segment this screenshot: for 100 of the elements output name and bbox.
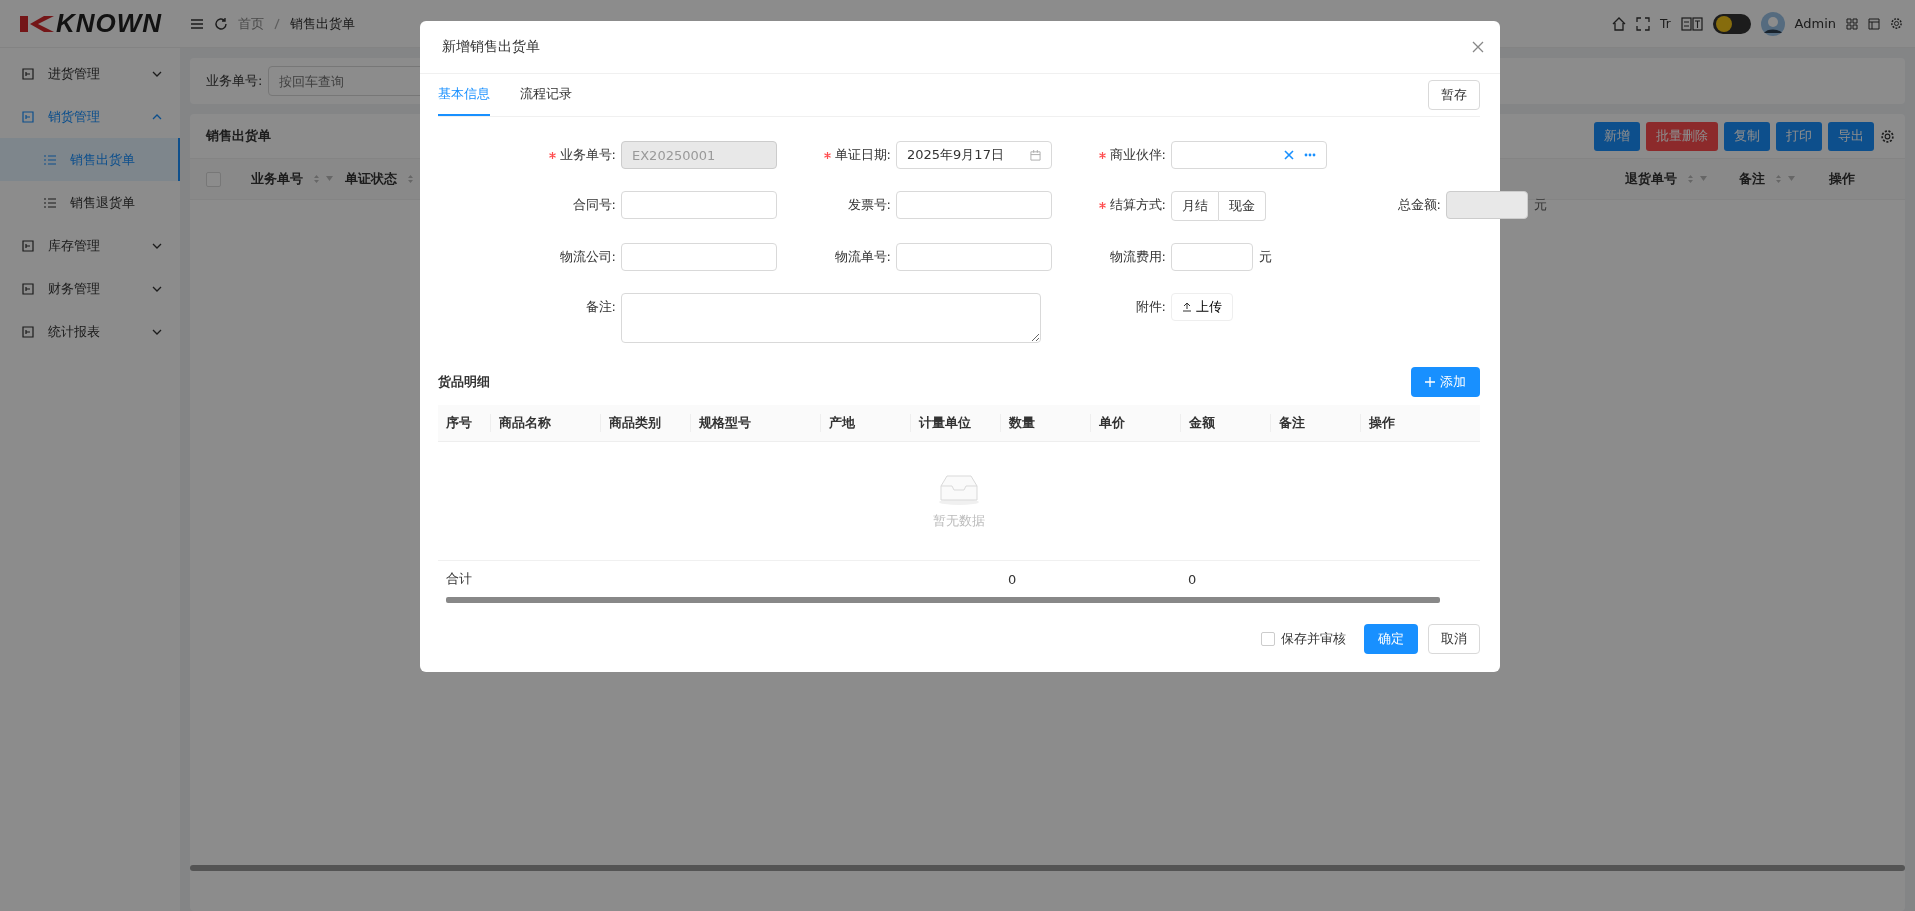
tab[interactable]: 流程记录	[520, 74, 572, 116]
calendar-icon[interactable]	[1030, 149, 1041, 161]
table-cell-text: 0	[1187, 571, 1198, 587]
amount-field[interactable]	[1171, 243, 1253, 271]
draft-button[interactable]: 暂存	[1428, 80, 1480, 110]
toolbar-button[interactable]: 批量删除	[1646, 121, 1718, 151]
toolbar-button[interactable]: 打印	[1776, 121, 1822, 151]
clear-icon[interactable]	[1284, 150, 1294, 160]
toolbar-button[interactable]: 新增	[1594, 121, 1640, 151]
refresh-icon[interactable]	[214, 16, 228, 31]
checkbox[interactable]: 保存并审核	[1261, 630, 1346, 648]
text-field[interactable]	[621, 191, 777, 219]
menu-item[interactable]: 财务管理	[0, 267, 180, 310]
upload-button[interactable]: 上传	[1171, 293, 1233, 321]
column-header[interactable]: 退货单号	[1625, 170, 1709, 188]
partner-field[interactable]	[1171, 141, 1327, 169]
field-label: 商业伙伴:	[1109, 146, 1166, 164]
module-icon	[22, 239, 34, 252]
list-icon	[44, 197, 56, 208]
empty-box-icon	[937, 472, 981, 506]
column-header: 单价	[1090, 414, 1180, 432]
text-field[interactable]	[621, 243, 777, 271]
chevron-icon	[152, 328, 162, 335]
remark-field[interactable]	[621, 293, 1041, 343]
column-header[interactable]: 备注	[1739, 170, 1799, 188]
dialog-title: 新增销售出货单	[442, 38, 540, 56]
column-header[interactable]: 单证状态	[345, 170, 429, 188]
menu-icon[interactable]	[190, 16, 204, 31]
field-label: 附件:	[1135, 298, 1166, 316]
panel-title: 销售出货单	[206, 127, 271, 145]
home-icon[interactable]	[1612, 16, 1627, 31]
field-label: 物流单号:	[834, 248, 891, 266]
confirm-button[interactable]: 确定	[1364, 624, 1418, 654]
option-button[interactable]: 现金	[1219, 191, 1266, 221]
column-header: 数量	[1000, 414, 1090, 432]
language-icon[interactable]	[1680, 16, 1703, 31]
slash-icon	[274, 17, 280, 30]
field-label: 物流公司:	[559, 248, 616, 266]
column-header: 金额	[1180, 414, 1270, 432]
menu-item[interactable]: 销货管理	[0, 95, 180, 138]
list-icon	[44, 154, 56, 165]
module-icon	[22, 67, 34, 80]
upload-icon	[1182, 302, 1192, 312]
logo-icon	[20, 13, 54, 34]
section-title: 货品明细	[438, 373, 490, 391]
text-field[interactable]	[896, 243, 1052, 271]
date-field[interactable]: 2025年9月17日	[896, 141, 1052, 169]
text-field[interactable]	[896, 191, 1052, 219]
option-button[interactable]: 月结	[1171, 191, 1219, 221]
settings-icon[interactable]	[1890, 17, 1903, 30]
table-cell-text: 0	[1007, 571, 1018, 587]
more-icon[interactable]	[1304, 153, 1316, 157]
column-header: 规格型号	[690, 414, 820, 432]
grid-icon[interactable]	[1846, 17, 1858, 30]
column-header: 计量单位	[910, 414, 1000, 432]
chevron-icon	[152, 242, 162, 249]
required-icon	[1098, 151, 1106, 159]
toolbar-button[interactable]: 复制	[1724, 121, 1770, 151]
field-label: 备注:	[585, 298, 616, 316]
breadcrumb-link[interactable]: 销售出货单	[290, 14, 355, 33]
field-label: 总金额:	[1397, 196, 1441, 214]
scrollbar[interactable]	[446, 597, 1440, 603]
field-label: 结算方式:	[1109, 196, 1166, 214]
column-header: 产地	[820, 414, 910, 432]
column-header[interactable]: 操作	[1829, 170, 1889, 188]
field-label: 发票号:	[847, 196, 891, 214]
submenu-item[interactable]: 销售退货单	[0, 181, 180, 224]
settings-icon[interactable]	[1880, 128, 1895, 144]
scrollbar[interactable]	[190, 865, 1905, 871]
column-header: 商品名称	[490, 414, 600, 432]
field-label: 物流费用:	[1109, 248, 1166, 266]
field-label: 业务单号:	[559, 146, 616, 164]
chevron-icon	[152, 113, 162, 120]
menu-item[interactable]: 进货管理	[0, 52, 180, 95]
window-icon[interactable]	[1868, 17, 1880, 30]
required-icon	[548, 151, 556, 159]
table-cell-text: 合计	[445, 570, 473, 588]
menu-item[interactable]: 统计报表	[0, 310, 180, 353]
required-icon	[1098, 201, 1106, 209]
user-name[interactable]: Admin	[1794, 16, 1836, 31]
toolbar-button[interactable]: 导出	[1828, 121, 1874, 151]
tab[interactable]: 基本信息	[438, 74, 490, 116]
empty-text: 暂无数据	[933, 512, 985, 530]
avatar-icon	[1760, 11, 1785, 36]
close-icon[interactable]	[1472, 41, 1484, 53]
theme-toggle[interactable]	[1712, 13, 1751, 34]
chevron-icon	[152, 285, 162, 292]
field-label: 单证日期:	[834, 146, 891, 164]
breadcrumb-link[interactable]: 首页	[238, 14, 264, 33]
fullscreen-icon[interactable]	[1636, 16, 1651, 31]
module-icon	[22, 282, 34, 295]
module-icon	[22, 110, 34, 123]
cancel-button[interactable]: 取消	[1428, 624, 1480, 654]
column-header: 商品类别	[600, 414, 690, 432]
add-button[interactable]: 添加	[1411, 367, 1480, 397]
unit-label: 元	[1259, 248, 1272, 266]
menu-item[interactable]: 库存管理	[0, 224, 180, 267]
font-size-button[interactable]: Tr	[1660, 16, 1671, 31]
column-header: 备注	[1270, 414, 1360, 432]
column-header[interactable]: 业务单号	[251, 170, 335, 188]
